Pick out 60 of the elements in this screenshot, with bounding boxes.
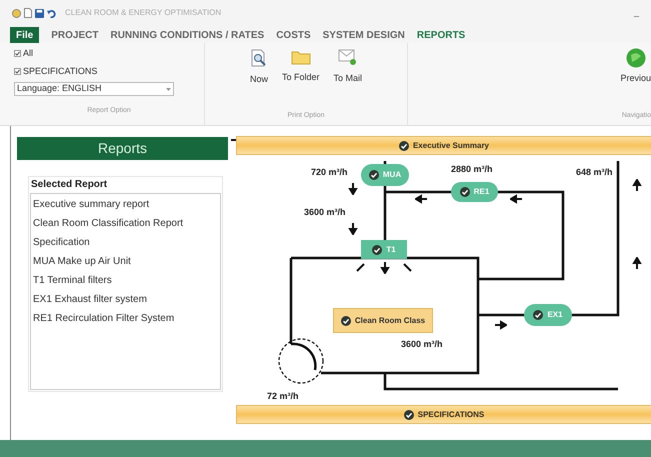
check-icon [372, 244, 382, 254]
language-dropdown[interactable]: Language: ENGLISH [14, 82, 174, 96]
flow-rate-label: 648 m³/h [576, 166, 613, 179]
dropdown-caret-icon [166, 88, 171, 90]
checkbox[interactable] [14, 68, 21, 75]
arrow-icon [380, 262, 390, 274]
section-bar[interactable]: SPECIFICATIONS [236, 405, 651, 424]
flow-rate-label: 72 m³/h [267, 390, 299, 403]
print-button[interactable]: Now [250, 49, 268, 86]
check-icon [398, 140, 409, 150]
diagram-node[interactable]: Clean Room Class [333, 308, 433, 333]
arrow-icon [348, 183, 358, 195]
report-item[interactable]: Clean Room Classification Report [31, 214, 220, 233]
print-button[interactable]: To Mail [334, 49, 362, 86]
flow-rate-label: 720 m³/h [311, 166, 348, 179]
diffuser-arrows-icon [354, 262, 414, 274]
check-icon [368, 170, 379, 180]
arrow-icon [415, 194, 427, 204]
check-icon [533, 310, 544, 320]
report-item[interactable]: EX1 Exhaust filter system [31, 290, 220, 309]
arrow-icon [632, 257, 642, 269]
group-title: Selected Report [30, 178, 108, 192]
arrow-icon [510, 194, 522, 204]
app-icon[interactable] [12, 8, 21, 18]
file-tab[interactable]: File [10, 27, 40, 43]
section-bar[interactable]: Executive Summary [236, 136, 651, 155]
print-button[interactable]: To Folder [282, 49, 320, 86]
magnifier-page-icon [250, 49, 267, 67]
flow-rate-label: 3600 m³/h [304, 206, 346, 219]
report-item[interactable]: T1 Terminal filters [31, 271, 220, 290]
undo-icon[interactable] [47, 8, 56, 18]
report-item[interactable]: Specification [31, 233, 220, 252]
ribbon-tab[interactable]: RUNNING CONDITIONS / RATES [110, 27, 264, 43]
report-item[interactable]: MUA Make up Air Unit [31, 252, 220, 271]
arrow-icon [632, 179, 642, 191]
check-icon [404, 410, 414, 420]
globe-icon [626, 48, 646, 68]
report-item[interactable]: Executive summary report [31, 195, 220, 214]
checkbox-label: SPECIFICATIONS [23, 64, 98, 78]
arrow-icon [348, 223, 358, 235]
checkbox[interactable] [14, 50, 21, 58]
ribbon-tab[interactable]: SYSTEM DESIGN [322, 27, 405, 43]
previous-button[interactable]: Previou [620, 48, 651, 86]
reports-header: Reports [17, 137, 228, 160]
flow-rate-label: 2880 m³/h [451, 163, 493, 176]
checkbox-label: All [23, 47, 34, 60]
new-file-icon[interactable] [24, 8, 32, 18]
check-icon [460, 187, 470, 197]
check-icon [340, 316, 351, 326]
minimize-button[interactable]: _ [634, 6, 639, 20]
ribbon-tab[interactable]: PROJECT [51, 27, 98, 43]
arrow-icon [495, 320, 507, 330]
ribbon-tab[interactable]: COSTS [276, 27, 311, 43]
flow-rate-label: 3600 m³/h [401, 338, 443, 351]
ribbon-tab[interactable]: REPORTS [416, 27, 466, 43]
window-title: CLEAN ROOM & ENERGY OPTIMISATION [65, 7, 222, 19]
save-icon[interactable] [35, 8, 44, 18]
report-item[interactable]: RE1 Recirculation Filter System [31, 309, 220, 328]
folder-icon [290, 49, 311, 65]
mail-icon [338, 49, 358, 66]
